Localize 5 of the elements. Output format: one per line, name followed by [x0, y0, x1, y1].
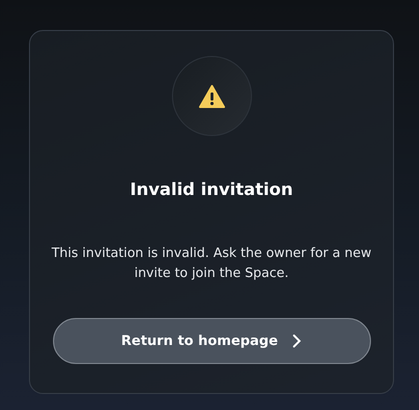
chevron-icon [292, 334, 302, 348]
dialog-message: This invitation is invalid. Ask the owner for a new invite to join the Space. [52, 245, 372, 283]
return-button[interactable]: Return to homepage [52, 318, 370, 364]
warning-icon [198, 84, 224, 108]
dialog-title: Invalid invitation [130, 180, 293, 200]
